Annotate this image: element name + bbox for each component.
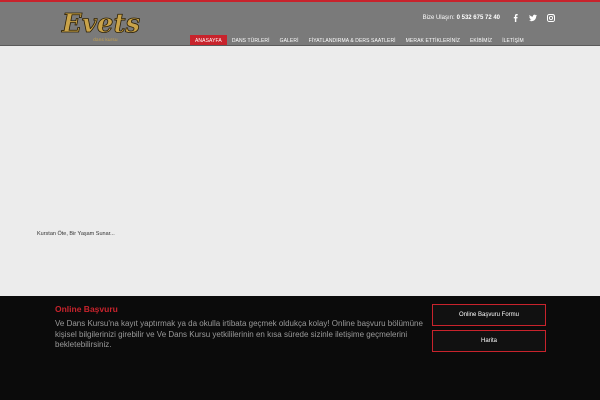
logo-image: Evets dans kursu <box>61 9 140 43</box>
map-button[interactable]: Harita <box>432 330 546 352</box>
nav-label: FİYATLANDIRMA & DERS SAATLERİ <box>308 38 396 44</box>
contact-label: Bize Ulaşın: <box>422 15 455 21</box>
hero-slider <box>0 46 600 296</box>
nav-label: EKİBİMİZ <box>469 38 493 44</box>
nav-label: MERAK ETTİKLERİNİZ <box>405 38 460 44</box>
site-header: Evets dans kursu Bize Ulaşın: 0 532 675 7… <box>0 2 600 50</box>
instagram-icon[interactable] <box>547 13 555 23</box>
phone-number[interactable]: 0 532 675 72 40 <box>457 15 500 21</box>
nav-label: ANASAYFA <box>195 38 222 44</box>
nav-label: DANS TÜRLERİ <box>231 38 270 44</box>
nav-label: İLETİŞİM <box>502 38 524 44</box>
svg-text:Evets: Evets <box>61 9 140 39</box>
footer-title: Online Başvuru <box>55 304 118 314</box>
contact-info: Bize Ulaşın: 0 532 675 72 40 <box>423 15 500 21</box>
twitter-icon[interactable] <box>529 13 537 23</box>
logo[interactable]: Evets dans kursu <box>60 7 140 43</box>
facebook-icon[interactable] <box>511 13 519 23</box>
hero-tagline: Kurstan Öte, Bir Yaşam Sunar... <box>37 231 115 237</box>
nav-label: GALERİ <box>279 38 299 44</box>
svg-text:dans kursu: dans kursu <box>93 37 118 43</box>
social-links <box>511 13 555 25</box>
apply-footer: Online Başvuru Ve Dans Kursu'na kayıt ya… <box>0 296 600 400</box>
online-application-button[interactable]: Online Başvuru Formu <box>432 304 546 326</box>
footer-text: Ve Dans Kursu'na kayıt yaptırmak ya da o… <box>55 319 423 349</box>
